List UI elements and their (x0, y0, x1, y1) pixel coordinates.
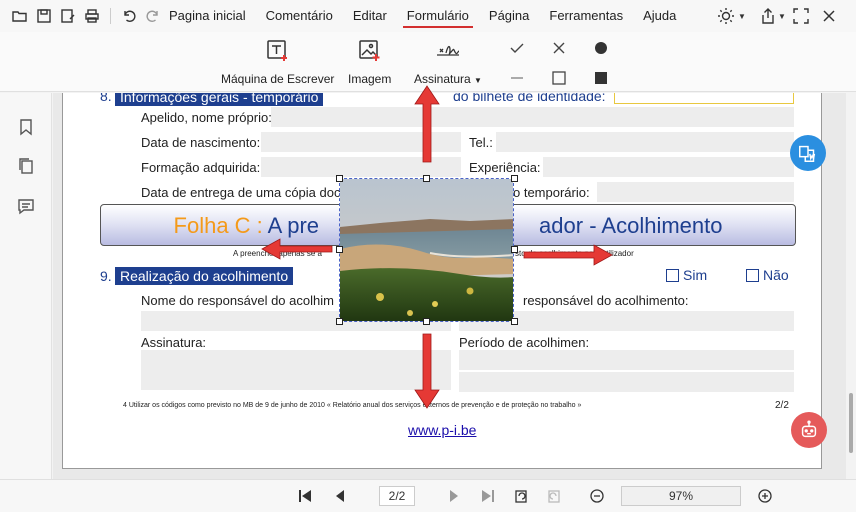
zoom-in-icon[interactable] (755, 486, 775, 506)
arrow-right (523, 244, 613, 266)
zoom-out-icon[interactable] (587, 486, 607, 506)
arrow-down (414, 333, 440, 409)
next-page-icon[interactable] (444, 486, 464, 506)
pdf-editor-window: Pagina inicial Comentário Editar Formulá… (0, 0, 856, 512)
ai-assistant-button[interactable] (791, 412, 827, 448)
previous-page-icon[interactable] (330, 486, 350, 506)
first-page-icon[interactable] (295, 486, 315, 506)
annotation-arrows (261, 85, 613, 409)
zoom-level[interactable]: 97% (621, 486, 741, 506)
page-number-input[interactable]: 2/2 (379, 486, 415, 506)
rotate-page-disabled-icon[interactable] (544, 486, 564, 506)
convert-to-word-icon (799, 145, 816, 162)
last-page-icon[interactable] (478, 486, 498, 506)
bottom-navigation-bar: 2/2 97% (0, 479, 856, 512)
convert-to-word-button[interactable] (790, 135, 826, 171)
rotate-page-icon[interactable] (511, 486, 531, 506)
arrow-left (261, 238, 333, 260)
robot-icon (801, 420, 817, 438)
arrow-up (414, 85, 440, 163)
